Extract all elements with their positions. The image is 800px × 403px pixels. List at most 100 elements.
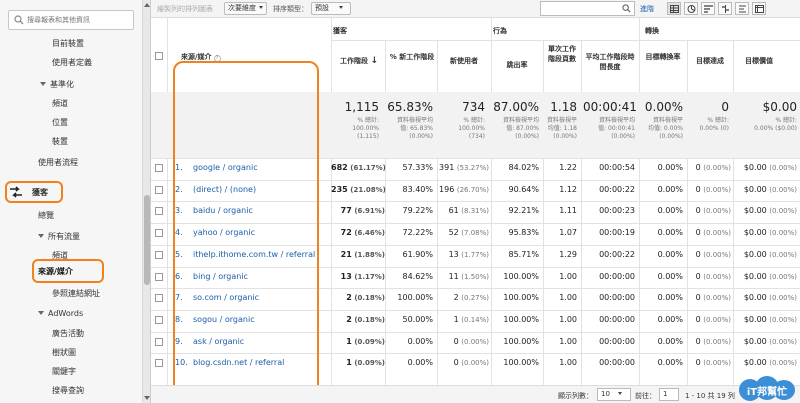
scroll-up-icon[interactable]: [144, 2, 150, 8]
sidebar-item-location[interactable]: 位置: [52, 117, 68, 128]
view-performance-button[interactable]: [701, 2, 715, 15]
sidebar-scrollbar[interactable]: [143, 0, 151, 403]
row-checkbox[interactable]: [155, 315, 163, 324]
rows-per-page-select[interactable]: 10: [597, 388, 631, 401]
row-checkbox[interactable]: [155, 164, 163, 172]
sidebar-search-input[interactable]: [27, 13, 131, 27]
sidebar-item-devices[interactable]: 裝置: [52, 136, 68, 147]
rows-per-page-value: 10: [601, 390, 610, 398]
sort-type-select[interactable]: 預設: [311, 2, 351, 15]
cell-new-sessions: 50.00%: [402, 314, 433, 324]
cell-new-sessions: 61.90%: [402, 249, 433, 259]
header-pages-per-session[interactable]: 單次工作階段頁數: [545, 44, 579, 64]
sidebar-item-custom[interactable]: 使用者定義: [52, 57, 92, 68]
cell-sessions-value: 2: [346, 314, 352, 324]
source-column-highlight: [173, 61, 319, 395]
row-checkbox[interactable]: [155, 207, 163, 216]
sort-type-value: 預設: [315, 4, 329, 12]
cell-value-pct: (0.00%): [769, 207, 797, 216]
total-sub-line: 值: 00:00:41: [598, 125, 635, 132]
row-checkbox[interactable]: [155, 337, 163, 346]
header-bounce-rate[interactable]: 跳出率: [495, 60, 539, 70]
total-comp-sub: % 總計: 0.00% (0): [687, 117, 729, 133]
search-icon[interactable]: [622, 4, 631, 13]
cell-pages: 1.00: [559, 358, 577, 368]
row-checkbox[interactable]: [155, 229, 163, 238]
row-checkbox[interactable]: [155, 185, 163, 194]
cell-value-amount: $0.00: [743, 184, 767, 194]
cell-completions: 0 (0.00%): [687, 337, 731, 346]
cell-pages: 1.00: [559, 314, 577, 324]
cell-pages: 1.29: [559, 249, 577, 259]
sidebar-item-all-traffic[interactable]: 所有流量: [38, 231, 80, 242]
header-avg-duration[interactable]: 平均工作階段時間長度: [585, 52, 635, 72]
cell-bounce-rate: 100.00%: [503, 293, 539, 303]
table-search[interactable]: [540, 1, 635, 16]
table-search-input[interactable]: [541, 2, 621, 14]
cell-new-users: 391 (53.27%): [437, 163, 489, 172]
sidebar-item-referrals[interactable]: 參照連結網址: [52, 288, 100, 299]
view-comparison-button[interactable]: [718, 2, 732, 15]
caret-down-icon: [40, 82, 46, 86]
cell-conv-rate: 0.00%: [657, 271, 683, 281]
sidebar-item-user-flow[interactable]: 使用者流程: [38, 157, 78, 168]
view-table-button[interactable]: [667, 2, 681, 15]
header-goal-value[interactable]: 目標價值: [737, 56, 781, 66]
cell-value: $0.00 (0.00%): [733, 250, 797, 259]
cell-value-amount: $0.00: [743, 249, 767, 259]
header-new-sessions[interactable]: % 新工作階段: [389, 52, 435, 62]
sidebar-item-keywords[interactable]: 關鍵字: [52, 366, 76, 377]
view-termcloud-button[interactable]: [735, 2, 749, 15]
sidebar-item-benchmark[interactable]: 基準化: [40, 79, 74, 90]
scroll-down-icon[interactable]: [144, 395, 150, 401]
cell-value: $0.00 (0.00%): [733, 185, 797, 194]
cell-sessions-value: 21: [340, 249, 352, 259]
sidebar-item-treemaps[interactable]: 樹狀圖: [52, 347, 76, 358]
row-checkbox[interactable]: [155, 294, 163, 303]
row-checkbox[interactable]: [155, 272, 163, 281]
cell-comp-pct: (0.00%): [703, 185, 731, 194]
sidebar-item-campaigns[interactable]: 廣告活動: [52, 328, 84, 339]
header-new-users[interactable]: 新使用者: [441, 56, 487, 66]
sidebar-item-search-queries[interactable]: 搜尋查詢: [52, 385, 84, 396]
view-pivot-button[interactable]: [752, 2, 766, 15]
cell-sessions-pct: (1.88%): [354, 250, 385, 259]
select-all-checkbox[interactable]: [155, 52, 163, 60]
secondary-dimension-select[interactable]: 次要維度: [224, 2, 267, 15]
advanced-link[interactable]: 進階: [640, 4, 654, 14]
cell-value-pct: (0.00%): [769, 185, 797, 194]
cell-value-amount: $0.00: [743, 314, 767, 324]
scrollbar-thumb[interactable]: [144, 195, 150, 285]
group-conversions: 轉換: [645, 27, 659, 35]
sidebar-item-label: AdWords: [48, 309, 84, 318]
row-checkbox[interactable]: [155, 359, 163, 368]
sidebar-item-adwords[interactable]: AdWords: [38, 309, 83, 318]
header-sessions[interactable]: 工作階段 ↓: [337, 56, 381, 66]
row-checkbox[interactable]: [155, 250, 163, 259]
ithelp-logo: iT邦幫忙: [735, 374, 797, 401]
total-sub-line: (734): [468, 133, 485, 140]
cell-value: $0.00 (0.00%): [733, 228, 797, 237]
sidebar-item-source-medium[interactable]: 來源/媒介: [38, 266, 73, 277]
sidebar-item-acquisition[interactable]: 獲客: [32, 187, 48, 198]
secondary-dimension-label: 次要維度: [228, 4, 256, 12]
total-sub-line: % 總計:: [775, 117, 797, 124]
cell-new-sessions: 0.00%: [407, 336, 433, 346]
header-goal-conv-rate[interactable]: 目標轉換率: [643, 52, 683, 62]
cell-value-amount: $0.00: [743, 163, 767, 172]
sidebar-item-channels[interactable]: 頻道: [52, 98, 68, 109]
view-pie-button[interactable]: [684, 2, 698, 15]
total-completions: 0: [721, 100, 729, 114]
cell-comp-pct: (0.00%): [703, 164, 731, 172]
sidebar-item-goals[interactable]: 目前裝置: [52, 38, 84, 49]
cell-sessions: 1 (0.09%): [331, 337, 385, 346]
report-main: 繪製列的排列圖表 次要維度 排序類型： 預設 進階 獲客 行為 轉換 來源/媒介…: [151, 0, 800, 403]
plot-rows-button[interactable]: 繪製列的排列圖表: [157, 4, 213, 14]
sidebar-search[interactable]: [8, 10, 134, 30]
goto-input[interactable]: 1: [659, 388, 679, 401]
header-goal-completions[interactable]: 目標達成: [689, 56, 731, 66]
table-view-icon: [670, 5, 679, 13]
sidebar-item-overview[interactable]: 總覽: [38, 210, 54, 221]
cell-sessions: 77 (6.91%): [331, 206, 385, 215]
total-sub-line: 均值: 1.18: [547, 125, 577, 132]
